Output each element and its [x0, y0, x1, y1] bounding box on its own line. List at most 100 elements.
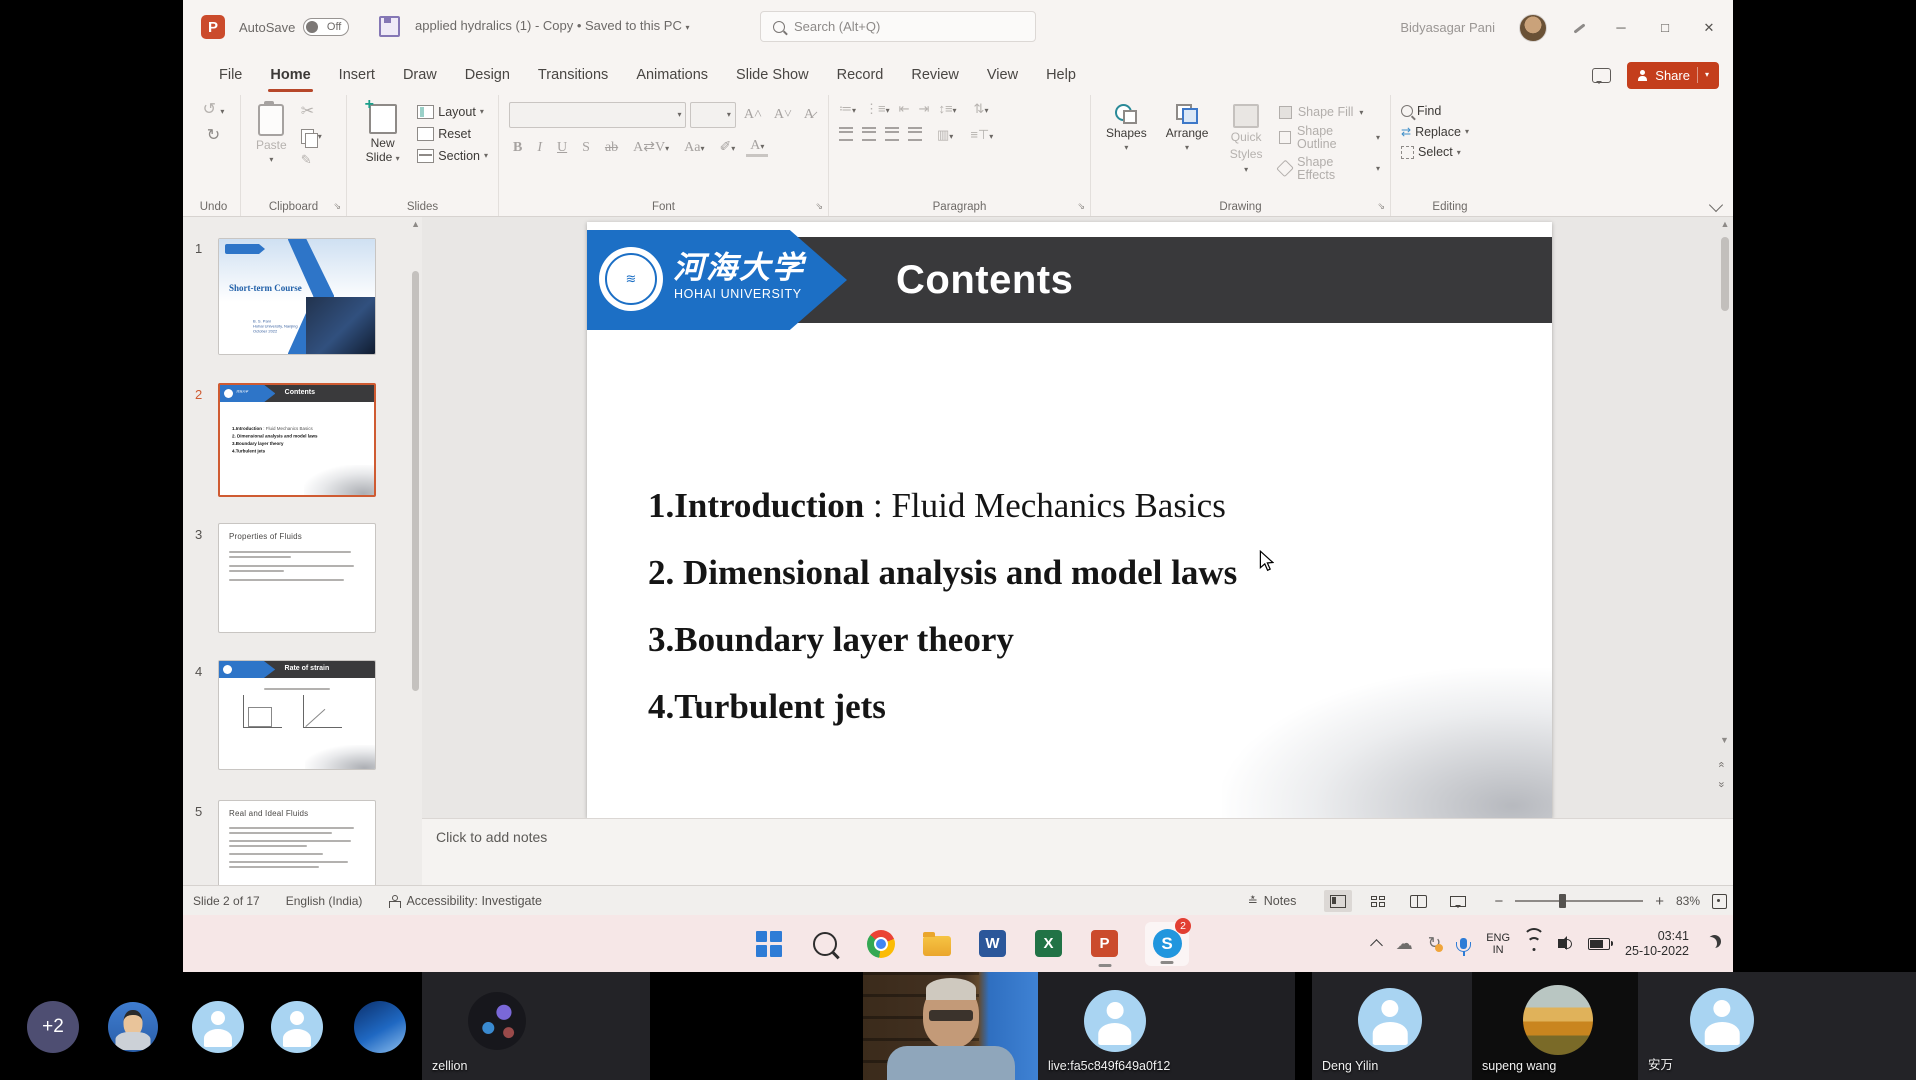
battery-icon[interactable]	[1588, 938, 1610, 950]
redo-icon[interactable]: ↻	[207, 128, 220, 144]
share-button[interactable]: Share ▾	[1627, 62, 1719, 89]
paragraph-dialog-launcher[interactable]: ⇘	[1077, 201, 1085, 212]
tab-design[interactable]: Design	[451, 55, 524, 95]
participant-tile-deng-yilin[interactable]: Deng Yilin	[1312, 972, 1472, 1080]
tab-transitions[interactable]: Transitions	[524, 55, 622, 95]
pen-icon[interactable]	[1571, 20, 1587, 36]
text-shadow-icon[interactable]: S	[578, 140, 594, 156]
participant-tile-anwan[interactable]: 安万	[1638, 972, 1916, 1080]
bold-icon[interactable]: B	[509, 140, 526, 156]
increase-font-icon[interactable]: A˄	[740, 107, 766, 123]
participant-tile-live[interactable]: live:fa5c849f649a0f12	[1038, 972, 1295, 1080]
thumbnail-scrollbar[interactable]	[412, 235, 420, 865]
cut-icon[interactable]: ✂	[301, 104, 322, 120]
thumbnail-scrollbar-thumb[interactable]	[412, 271, 419, 691]
start-button[interactable]	[753, 928, 784, 959]
thumbnail-slide-3[interactable]: Properties of Fluids	[218, 523, 376, 633]
sync-status-icon[interactable]: ↻	[1428, 936, 1441, 952]
shape-outline-button[interactable]: Shape Outline▾	[1279, 125, 1380, 150]
numbering-icon[interactable]: ⋮≡▾	[865, 102, 890, 115]
search-input[interactable]: Search (Alt+Q)	[760, 11, 1036, 42]
chrome-icon[interactable]	[865, 928, 896, 959]
word-icon[interactable]: W	[977, 928, 1008, 959]
align-left-icon[interactable]	[839, 127, 853, 141]
participant-tile-supeng-wang[interactable]: supeng wang	[1472, 972, 1638, 1080]
notes-pane[interactable]: Click to add notes	[422, 818, 1733, 886]
layout-button[interactable]: Layout▾	[417, 105, 488, 119]
file-explorer-icon[interactable]	[921, 928, 952, 959]
section-button[interactable]: Section▾	[417, 149, 488, 163]
powerpoint-app-icon[interactable]: P	[201, 15, 225, 39]
find-button[interactable]: Find	[1401, 105, 1469, 118]
copy-icon[interactable]	[301, 129, 314, 144]
clock[interactable]: 03:41 25-10-2022	[1625, 929, 1689, 959]
strikethrough-icon[interactable]: ab	[601, 140, 622, 156]
participant-tile-zellion[interactable]: zellion	[422, 972, 650, 1080]
normal-view-button[interactable]	[1324, 890, 1352, 912]
scroll-down-icon[interactable]: ▼	[1720, 735, 1729, 745]
canvas-scrollbar[interactable]: ▲ ▼ » «	[1719, 219, 1731, 816]
undo-icon[interactable]: ↺ ▾	[203, 102, 225, 118]
scroll-up-icon[interactable]: ▲	[1721, 219, 1730, 229]
overflow-participants-badge[interactable]: +2	[27, 1001, 79, 1053]
tab-insert[interactable]: Insert	[325, 55, 389, 95]
next-slide-icon[interactable]: «	[1717, 781, 1728, 787]
arrange-button[interactable]: Arrange▾	[1161, 102, 1214, 154]
tab-help[interactable]: Help	[1032, 55, 1090, 95]
highlight-color-icon[interactable]: ✐▾	[715, 140, 739, 156]
thumbnail-slide-4[interactable]: Rate of strain	[218, 660, 376, 770]
participant-avatar[interactable]	[192, 1001, 244, 1053]
bullets-icon[interactable]: ≔▾	[839, 102, 856, 115]
participant-avatar[interactable]	[354, 1001, 406, 1053]
tab-draw[interactable]: Draw	[389, 55, 451, 95]
onedrive-cloud-icon[interactable]: ☁	[1396, 935, 1413, 952]
thumb-scroll-up-icon[interactable]: ▲	[411, 219, 420, 229]
character-spacing-icon[interactable]: A⇄V▾	[629, 140, 673, 156]
restore-button[interactable]: □	[1655, 20, 1675, 35]
document-title[interactable]: applied hydralics (1) - Copy • Saved to …	[415, 18, 689, 33]
font-color-icon[interactable]: A▾	[746, 138, 768, 157]
taskbar-search-icon[interactable]	[809, 928, 840, 959]
wifi-icon[interactable]	[1525, 937, 1543, 950]
focus-assist-moon-icon[interactable]	[1704, 937, 1717, 950]
save-icon[interactable]	[379, 16, 400, 37]
skype-icon-active[interactable]: S 2	[1145, 922, 1189, 966]
drawing-dialog-launcher[interactable]: ⇘	[1377, 201, 1385, 212]
select-button[interactable]: Select▾	[1401, 146, 1469, 159]
thumbnail-slide-1[interactable]: Short-term Course B. S. Pani Hohai Unive…	[218, 238, 376, 355]
decrease-font-icon[interactable]: A˅	[770, 107, 796, 123]
zoom-in-button[interactable]: +	[1655, 893, 1664, 910]
language-indicator[interactable]: ENGIN	[1486, 932, 1510, 956]
autosave-toggle[interactable]: Off	[303, 18, 349, 36]
italic-icon[interactable]: I	[533, 140, 546, 156]
participant-avatar[interactable]	[271, 1001, 323, 1053]
shapes-button[interactable]: Shapes▾	[1101, 102, 1152, 154]
align-right-icon[interactable]	[885, 127, 899, 141]
underline-icon[interactable]: U	[553, 140, 571, 156]
paste-button[interactable]: Paste▾	[251, 102, 292, 166]
tab-review[interactable]: Review	[897, 55, 973, 95]
increase-indent-icon[interactable]: ⇥	[919, 102, 930, 115]
reading-view-button[interactable]	[1404, 890, 1432, 912]
tab-record[interactable]: Record	[823, 55, 898, 95]
fit-to-window-icon[interactable]	[1712, 894, 1727, 909]
microphone-icon[interactable]	[1460, 938, 1467, 949]
columns-icon[interactable]: ▥▾	[937, 128, 953, 141]
canvas-scrollbar-thumb[interactable]	[1721, 237, 1729, 311]
new-slide-button[interactable]: New Slide ▾	[357, 102, 408, 167]
presenter-video-tile[interactable]	[863, 972, 1038, 1080]
close-button[interactable]: ✕	[1699, 20, 1719, 36]
align-center-icon[interactable]	[862, 127, 876, 141]
notes-toggle-button[interactable]: ≛ Notes	[1248, 895, 1297, 908]
quick-styles-button[interactable]: Quick Styles ▾	[1222, 102, 1269, 177]
font-dialog-launcher[interactable]: ⇘	[815, 201, 823, 212]
thumbnail-slide-5[interactable]: Real and Ideal Fluids	[218, 800, 376, 885]
font-size-combobox[interactable]: ▾	[690, 102, 735, 128]
clipboard-dialog-launcher[interactable]: ⇘	[333, 201, 341, 212]
tab-animations[interactable]: Animations	[622, 55, 722, 95]
tray-hidden-icons-chevron[interactable]	[1370, 939, 1383, 952]
volume-icon[interactable]	[1558, 939, 1565, 948]
minimize-button[interactable]: ─	[1611, 20, 1631, 35]
previous-slide-icon[interactable]: »	[1717, 761, 1728, 767]
tab-file[interactable]: File	[205, 55, 256, 95]
